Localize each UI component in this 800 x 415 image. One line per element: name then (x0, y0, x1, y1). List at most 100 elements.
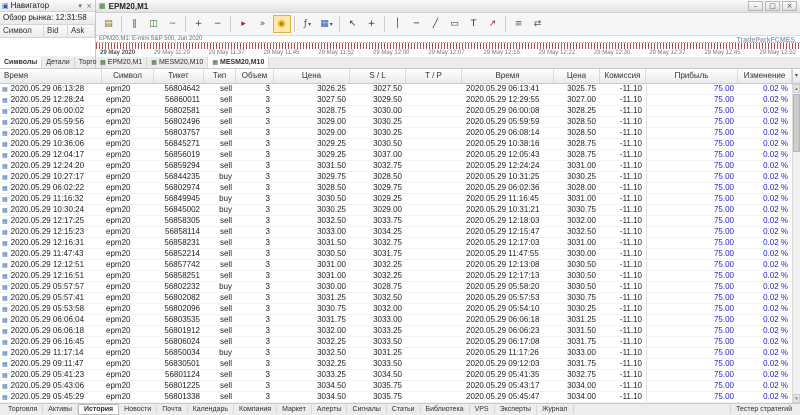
bottom-tab-vps[interactable]: VPS (470, 405, 495, 414)
history-row[interactable]: ▦2020.05.29 05:59:56epm2056802496sell330… (0, 117, 792, 128)
crosshair-icon[interactable]: + (363, 15, 381, 33)
chart-shift-icon[interactable]: » (254, 15, 272, 33)
tile-windows-icon[interactable]: ⇄ (529, 15, 547, 33)
bottom-tab-trade[interactable]: Торговля (3, 405, 43, 414)
history-row[interactable]: ▦2020.05.29 12:24:20epm2056859294sell330… (0, 161, 792, 172)
history-row[interactable]: ▦2020.05.29 10:27:17epm2056844235buy3302… (0, 172, 792, 183)
history-row[interactable]: ▦2020.05.29 06:16:45epm2056806024sell330… (0, 337, 792, 348)
col-header-tp[interactable]: T / P (406, 69, 462, 83)
col-header-commission[interactable]: Комиссия (600, 69, 646, 83)
history-row[interactable]: ▦2020.05.29 12:16:31epm2056858231sell330… (0, 238, 792, 249)
text-icon[interactable]: T (465, 15, 483, 33)
col-header-time-open[interactable]: Время (0, 69, 102, 83)
close-icon[interactable]: × (782, 1, 797, 11)
bottom-tab-market[interactable]: Маркет (277, 405, 312, 414)
col-header-price-close[interactable]: Цена (554, 69, 600, 83)
chart-tab-epm20-m1[interactable]: ▦EPM20,M1 (96, 57, 147, 68)
col-header-symbol[interactable]: Символ (102, 69, 154, 83)
history-row[interactable]: ▦2020.05.29 05:57:57epm2056802232buy3303… (0, 282, 792, 293)
history-row[interactable]: ▦2020.05.29 06:02:22epm2056802974sell330… (0, 183, 792, 194)
bottom-tab-articles[interactable]: Статьи (387, 405, 421, 414)
scrollbar-thumb[interactable] (793, 94, 800, 152)
bottom-tab-journal[interactable]: Журнал (537, 405, 574, 414)
history-row[interactable]: ▦2020.05.29 06:08:12epm2056803757sell330… (0, 128, 792, 139)
quote-col-ask[interactable]: Ask (68, 25, 95, 37)
bottom-tab-alerts[interactable]: Алерты (312, 405, 348, 414)
vertical-line-icon[interactable]: │ (389, 15, 407, 33)
history-row[interactable]: ▦2020.05.29 12:12:51epm2056857742sell330… (0, 260, 792, 271)
zoom-out-icon[interactable]: − (209, 15, 227, 33)
col-header-profit[interactable]: Прибыль (646, 69, 738, 83)
trendline-icon[interactable]: ╱ (427, 15, 445, 33)
bottom-tab-library[interactable]: Библиотека (421, 405, 470, 414)
quote-col-bid[interactable]: Bid (44, 25, 68, 37)
history-row[interactable]: ▦2020.05.29 05:41:23epm2056801124sell330… (0, 370, 792, 381)
chart-tab-mesm20-m10-a[interactable]: ▦MESM20,M10 (147, 57, 208, 68)
magnet-icon[interactable]: ◉ (273, 15, 291, 33)
bottom-tab-calendar[interactable]: Календарь (188, 405, 234, 414)
chart-candles-icon[interactable]: ◫ (145, 15, 163, 33)
history-row[interactable]: ▦2020.05.29 06:06:18epm2056801912sell330… (0, 326, 792, 337)
bottom-tab-assets[interactable]: Активы (43, 405, 78, 414)
chart-tab-mesm20-m10-b[interactable]: ▦MESM20,M10 (208, 57, 269, 68)
restore-icon[interactable]: □ (765, 1, 780, 11)
history-row[interactable]: ▦2020.05.29 12:15:23epm2056858114sell330… (0, 227, 792, 238)
history-row[interactable]: ▦2020.05.29 09:11:47epm2056830501sell330… (0, 359, 792, 370)
history-row[interactable]: ▦2020.05.29 10:36:06epm2056845271sell330… (0, 139, 792, 150)
history-row[interactable]: ▦2020.05.29 05:43:06epm2056801225sell330… (0, 381, 792, 392)
arrow-icon[interactable]: ↗ (484, 15, 502, 33)
indicators-icon[interactable]: ƒ▾ (299, 15, 317, 33)
chart-area[interactable]: EPM20,M1: E-mini S&P 500, Jun 2020 Trade… (96, 36, 800, 57)
templates-icon[interactable]: ≡ (510, 15, 528, 33)
col-header-price-open[interactable]: Цена (274, 69, 350, 83)
scroll-up-icon[interactable]: ▴ (793, 84, 800, 93)
col-header-sl[interactable]: S / L (350, 69, 406, 83)
cursor-icon[interactable]: ↖ (344, 15, 362, 33)
history-row[interactable]: ▦2020.05.29 05:57:41epm2056802082sell330… (0, 293, 792, 304)
chart-line-icon[interactable]: ~ (164, 15, 182, 33)
history-row[interactable]: ▦2020.05.29 05:45:29epm2056801338sell330… (0, 392, 792, 403)
bottom-tab-experts[interactable]: Эксперты (495, 405, 537, 414)
panel-menu-icon[interactable]: ▾ (77, 2, 83, 10)
bottom-tab-mail[interactable]: Почта (157, 405, 187, 414)
objects-icon[interactable]: ▦▾ (318, 15, 336, 33)
history-row[interactable]: ▦2020.05.29 12:04:17epm2056856019sell330… (0, 150, 792, 161)
history-row[interactable]: ▦2020.05.29 05:53:58epm2056802096sell330… (0, 304, 792, 315)
strategy-tester-tab[interactable]: Тестер стратегий (730, 405, 797, 414)
chart-bars-icon[interactable]: ‖ (126, 15, 144, 33)
bottom-tab-news[interactable]: Новости (119, 405, 157, 414)
history-row[interactable]: ▦2020.05.29 06:00:02epm2056802581sell330… (0, 106, 792, 117)
zoom-in-icon[interactable]: + (190, 15, 208, 33)
navigator-header[interactable]: ▣ Навигатор ▾ × (0, 0, 95, 12)
tab-details[interactable]: Детали (42, 57, 74, 68)
bottom-tab-history[interactable]: История (78, 404, 119, 415)
quote-col-symbol[interactable]: Символ (0, 25, 44, 37)
col-header-time-close[interactable]: Время (462, 69, 554, 83)
scroll-down-icon[interactable]: ▾ (793, 394, 800, 403)
table-scrollbar[interactable]: ▴ ▾ (792, 84, 800, 403)
history-row[interactable]: ▦2020.05.29 12:17:25epm2056858305sell330… (0, 216, 792, 227)
history-row[interactable]: ▦2020.05.29 12:16:51epm2056858251sell330… (0, 271, 792, 282)
tab-symbols[interactable]: Символы (0, 57, 42, 68)
col-header-volume[interactable]: Объем (236, 69, 274, 83)
history-row[interactable]: ▦2020.05.29 11:47:43epm2056852214sell330… (0, 249, 792, 260)
history-row[interactable]: ▦2020.05.29 06:06:04epm2056803535sell330… (0, 315, 792, 326)
history-row[interactable]: ▦2020.05.29 11:16:32epm2056849945buy3303… (0, 194, 792, 205)
rectangle-icon[interactable]: ▭ (446, 15, 464, 33)
history-row[interactable]: ▦2020.05.29 10:30:24epm2056845002buy3303… (0, 205, 792, 216)
panel-close-icon[interactable]: × (85, 2, 93, 10)
col-header-type[interactable]: Тип (204, 69, 236, 83)
new-order-icon[interactable]: ▤ (100, 15, 118, 33)
horizontal-line-icon[interactable]: ─ (408, 15, 426, 33)
minimize-icon[interactable]: – (748, 1, 763, 11)
history-row[interactable]: ▦2020.05.29 06:13:28epm2056804642sell330… (0, 84, 792, 95)
history-row[interactable]: ▦2020.05.29 12:28:24epm2056860011sell330… (0, 95, 792, 106)
column-options-button[interactable]: ▾ (792, 69, 800, 84)
col-header-change[interactable]: Изменение (738, 69, 792, 83)
history-row[interactable]: ▦2020.05.29 11:17:14epm2056850034buy3303… (0, 348, 792, 359)
col-header-ticket[interactable]: Тикет (154, 69, 204, 83)
bottom-tab-company[interactable]: Компания (234, 405, 277, 414)
chart-window-titlebar[interactable]: ▦ EPM20,M1 –□× (96, 0, 800, 13)
auto-scroll-icon[interactable]: ▸ (235, 15, 253, 33)
bottom-tab-signals[interactable]: Сигналы (347, 405, 386, 414)
